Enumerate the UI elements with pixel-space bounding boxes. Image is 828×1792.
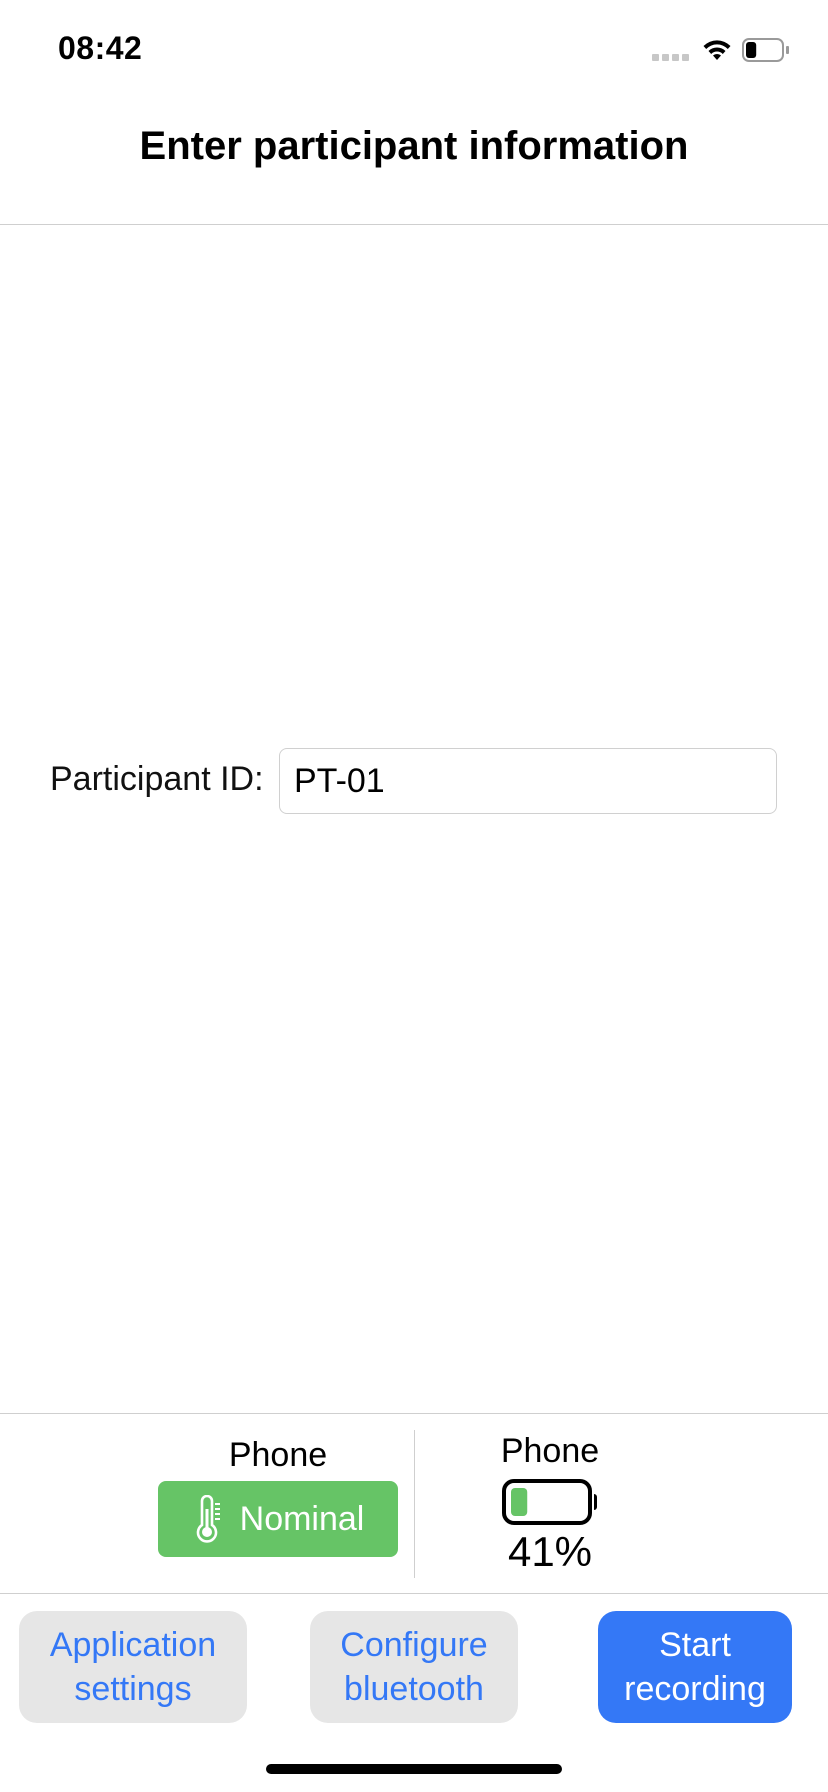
- wifi-icon: [703, 40, 731, 60]
- panel-divider-vertical: [414, 1430, 415, 1578]
- home-indicator: [266, 1764, 562, 1774]
- header-divider: [0, 224, 828, 225]
- battery-icon: [502, 1479, 597, 1525]
- page-title: Enter participant information: [139, 124, 689, 168]
- thermal-status-badge: Nominal: [158, 1481, 398, 1557]
- thermal-status-text: Nominal: [239, 1499, 365, 1538]
- panel-divider-bottom: [0, 1593, 828, 1594]
- configure-bluetooth-button[interactable]: Configure bluetooth: [310, 1611, 518, 1723]
- thermometer-icon: [196, 1495, 220, 1543]
- battery-icon: [742, 38, 789, 62]
- status-time: 08:42: [58, 30, 143, 66]
- start-recording-button[interactable]: Start recording: [598, 1611, 792, 1723]
- participant-id-label: Participant ID:: [50, 760, 264, 798]
- status-bar: 08:42: [0, 0, 828, 100]
- battery-percent: 41%: [507, 1528, 593, 1575]
- participant-id-input[interactable]: [279, 748, 777, 814]
- thermal-device-label: Phone: [228, 1436, 328, 1474]
- cellular-dots-icon: [652, 54, 689, 61]
- application-settings-button[interactable]: Application settings: [19, 1611, 247, 1723]
- panel-divider-top: [0, 1413, 828, 1414]
- battery-device-label: Phone: [500, 1432, 600, 1470]
